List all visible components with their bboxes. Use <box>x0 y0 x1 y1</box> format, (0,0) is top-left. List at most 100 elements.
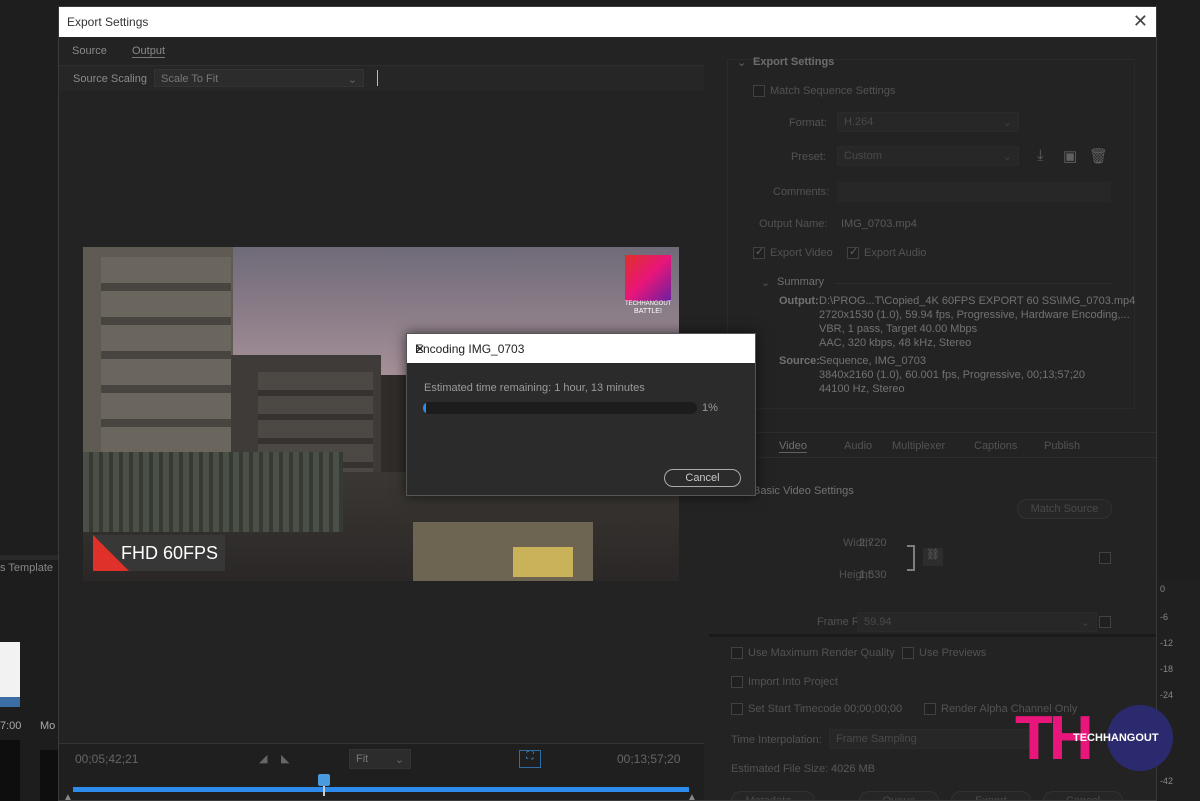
summary-output-line: 2720x1530 (1.0), 59.94 fps, Progressive,… <box>819 309 1130 321</box>
fhd-badge: FHD 60FPS <box>93 535 225 571</box>
max-render-checkbox[interactable] <box>731 647 743 659</box>
tab-audio[interactable]: Audio <box>844 440 872 452</box>
watermark-text: TECHHANGOUT <box>1073 732 1159 744</box>
clip-bar <box>0 697 20 707</box>
start-timecode-checkbox[interactable] <box>731 703 743 715</box>
preview-logo: TECHHANGOUT BATTLE! <box>625 255 671 315</box>
comments-input[interactable] <box>837 182 1111 202</box>
file-size-value: 4026 MB <box>831 763 876 775</box>
time-interp-dropdown[interactable]: Frame Sampling <box>829 729 1029 749</box>
preview-timeline: 00;05;42;21 ◢ ◣ Fit ⌄ ⛶ 00;13;57;20 ▲ ▲ <box>59 743 704 800</box>
frame-rate-checkbox[interactable] <box>1099 616 1111 628</box>
match-sequence-checkbox[interactable] <box>753 85 765 97</box>
time-interp-label: Time Interpolation: <box>731 734 822 746</box>
end-timecode: 00;13;57;20 <box>617 752 681 766</box>
summary-output-line: VBR, 1 pass, Target 40.00 Mbps <box>819 323 978 335</box>
match-source-button[interactable]: Match Source <box>1017 499 1112 519</box>
fit-dropdown[interactable]: Fit ⌄ <box>349 749 411 769</box>
crop-cursor <box>377 70 378 86</box>
comments-label: Comments: <box>773 186 830 198</box>
format-dropdown[interactable]: H.264 ⌄ <box>837 112 1019 132</box>
preset-label: Preset: <box>791 151 826 163</box>
width-value[interactable]: 2,720 <box>859 537 887 549</box>
out-point-icon[interactable]: ▲ <box>687 792 697 800</box>
height-value[interactable]: 1,530 <box>859 569 887 581</box>
dialog-titlebar: Encoding IMG_0703 ✕ <box>407 334 755 363</box>
summary-output-label: Output: <box>779 295 819 307</box>
source-scaling-label: Source Scaling <box>73 73 147 85</box>
tab-video[interactable]: Video <box>779 440 807 453</box>
width-override-checkbox[interactable] <box>1099 552 1111 564</box>
close-icon[interactable]: ✕ <box>415 342 747 356</box>
timeline-bar[interactable] <box>73 787 689 792</box>
encoding-dialog: Encoding IMG_0703 ✕ Estimated time remai… <box>406 333 756 496</box>
clip-thumbnail <box>0 642 20 698</box>
basic-video-heading: Basic Video Settings <box>753 485 854 497</box>
settings-pane: ⌄ Export Settings Match Sequence Setting… <box>709 37 1156 800</box>
match-sequence-label: Match Sequence Settings <box>770 85 896 97</box>
use-previews-label: Use Previews <box>919 647 987 659</box>
export-audio-label: Export Audio <box>864 247 927 259</box>
summary-output-line: D:\PROG...T\Copied_4K 60FPS EXPORT 60 SS… <box>819 295 1136 307</box>
use-previews-checkbox[interactable] <box>902 647 914 659</box>
source-scaling-bar: Source Scaling Scale To Fit ⌄ <box>59 65 704 91</box>
tab-output[interactable]: Output <box>132 45 166 58</box>
metadata-button[interactable]: Metadata... <box>731 791 815 800</box>
summary-source-line: 3840x2160 (1.0), 60.001 fps, Progressive… <box>819 369 1086 381</box>
export-video-checkbox[interactable] <box>753 245 765 259</box>
export-audio-checkbox[interactable] <box>847 245 859 259</box>
aspect-lock-bracket <box>907 545 915 571</box>
motion-label: Mo <box>40 720 56 732</box>
summary-heading: Summary <box>777 276 825 288</box>
start-timecode-value[interactable]: 00;00;00;00 <box>844 703 902 715</box>
summary-output-line: AAC, 320 kbps, 48 kHz, Stereo <box>819 337 972 349</box>
time-remaining-text: Estimated time remaining: 1 hour, 13 min… <box>424 382 645 394</box>
output-name-label: Output Name: <box>759 218 828 230</box>
preset-dropdown[interactable]: Custom ⌄ <box>837 146 1019 166</box>
export-settings-heading: Export Settings <box>753 56 835 68</box>
source-scaling-dropdown[interactable]: Scale To Fit ⌄ <box>154 69 364 87</box>
summary-source-label: Source: <box>779 355 820 367</box>
progress-percent: 1% <box>702 402 718 414</box>
summary-source-line: Sequence, IMG_0703 <box>819 355 927 367</box>
aspect-icon[interactable]: ⛶ <box>519 750 541 768</box>
window-titlebar: Export Settings ✕ <box>59 7 1156 37</box>
mark-in-icon[interactable]: ◢ <box>259 752 267 765</box>
format-label: Format: <box>789 117 827 129</box>
tab-publish[interactable]: Publish <box>1044 440 1080 452</box>
mark-out-icon[interactable]: ◣ <box>281 752 289 765</box>
tab-source[interactable]: Source <box>72 45 107 57</box>
import-project-checkbox[interactable] <box>731 676 743 688</box>
chevron-down-icon[interactable]: ⌄ <box>737 56 746 69</box>
trash-icon[interactable]: 🗑 <box>1089 147 1108 165</box>
export-video-label: Export Video <box>770 247 833 259</box>
encoding-progress-bar <box>423 402 697 414</box>
queue-button[interactable]: Queue <box>859 791 939 800</box>
tab-multiplexer[interactable]: Multiplexer <box>892 440 945 452</box>
template-text: s Template <box>0 562 53 574</box>
cancel-export-button[interactable]: Cancel <box>1043 791 1123 800</box>
file-size-label: Estimated File Size: <box>731 763 829 775</box>
cancel-button[interactable]: Cancel <box>664 469 741 487</box>
window-title: Export Settings <box>67 15 149 29</box>
save-preset-icon[interactable]: ⤓ <box>1037 147 1044 164</box>
output-name-link[interactable]: IMG_0703.mp4 <box>841 218 917 230</box>
frame-rate-dropdown[interactable]: 59.94 ⌄ <box>857 612 1097 632</box>
import-project-label: Import Into Project <box>748 676 838 688</box>
close-icon[interactable]: ✕ <box>1133 11 1148 32</box>
render-alpha-checkbox[interactable] <box>924 703 936 715</box>
current-timecode[interactable]: 00;05;42;21 <box>75 752 138 766</box>
progress-fill <box>423 402 426 414</box>
export-button[interactable]: Export <box>951 791 1031 800</box>
chevron-down-icon[interactable]: ⌄ <box>761 276 770 289</box>
chevron-down-icon: ⌄ <box>347 74 357 86</box>
max-render-label: Use Maximum Render Quality <box>748 647 895 659</box>
import-preset-icon[interactable]: ▣ <box>1063 147 1077 165</box>
tab-captions[interactable]: Captions <box>974 440 1017 452</box>
start-timecode-label: Set Start Timecode <box>748 703 842 715</box>
in-point-icon[interactable]: ▲ <box>63 792 73 800</box>
techhangout-watermark: TH TECHHANGOUT <box>1015 705 1175 775</box>
playhead-handle[interactable] <box>318 774 330 786</box>
link-icon[interactable]: ⛓ <box>923 548 943 566</box>
summary-source-line: 44100 Hz, Stereo <box>819 383 905 395</box>
